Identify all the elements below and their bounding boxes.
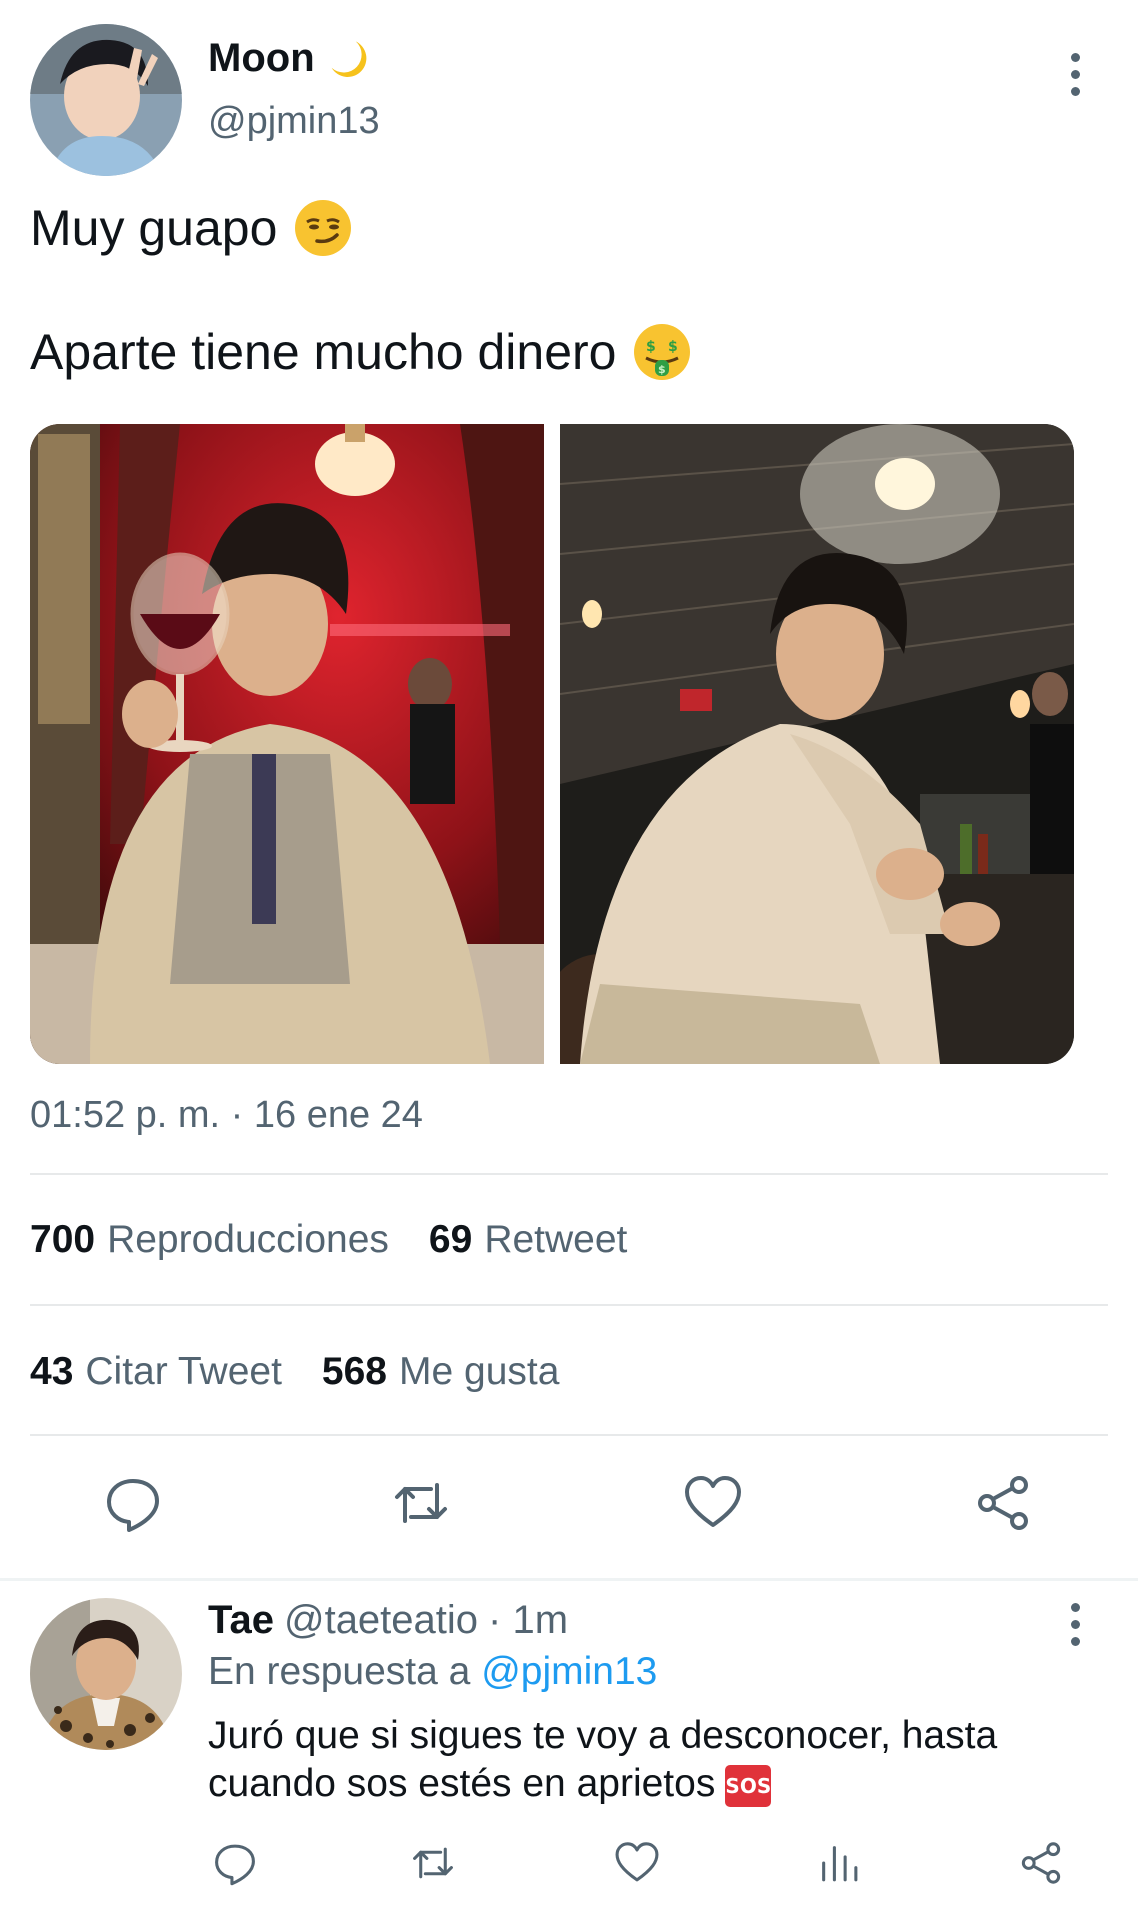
sos-icon: SOS (725, 1764, 772, 1807)
bar-photo (560, 424, 1074, 1064)
likes-label: Me gusta (399, 1350, 560, 1393)
in-reply-to: En respuesta a @pjmin13 (208, 1650, 657, 1694)
more-options-icon[interactable] (1055, 44, 1095, 104)
author-handle[interactable]: @pjmin13 (208, 100, 380, 143)
reply-icon (107, 1479, 159, 1532)
views-label: Reproducciones (107, 1218, 389, 1261)
author-name[interactable]: Moon (208, 36, 369, 81)
tweet-text-2: Aparte tiene mucho dinero (30, 324, 617, 380)
reply-header: Tae @taeteatio · 1m (208, 1598, 568, 1643)
reply-icon (215, 1844, 255, 1886)
tweet-text-line-2: Aparte tiene mucho dinero $ $ $ (30, 322, 692, 382)
divider (30, 1304, 1108, 1306)
divider (30, 1434, 1108, 1436)
quotes-stat[interactable]: 43 Citar Tweet (30, 1350, 282, 1394)
like-icon (615, 1842, 659, 1882)
reply-more-options-icon[interactable] (1055, 1594, 1095, 1654)
money-mouth-face-icon: $ $ $ (632, 322, 692, 382)
reply-author-name[interactable]: Tae (208, 1598, 274, 1643)
reply-author-avatar[interactable] (30, 1598, 182, 1750)
crescent-moon-icon (325, 37, 369, 81)
views-stat[interactable]: 700 Reproducciones (30, 1218, 389, 1262)
reply-author-handle[interactable]: @taeteatio (284, 1598, 478, 1643)
author-name-text: Moon (208, 36, 315, 80)
retweet-icon (395, 1483, 447, 1523)
reply-time: · 1m (488, 1598, 569, 1642)
analytics-icon (822, 1846, 858, 1882)
svg-text:$: $ (658, 363, 666, 376)
reply-action-bar (0, 1838, 1138, 1898)
quotes-label: Citar Tweet (85, 1350, 282, 1393)
retweets-count: 69 (428, 1218, 473, 1261)
section-divider (0, 1578, 1138, 1581)
tweet-photo-2[interactable] (560, 424, 1074, 1064)
reply-text: Juró que si sigues te voy a desconocer, … (208, 1712, 1068, 1808)
reply-reply-button[interactable] (210, 1838, 260, 1888)
in-reply-prefix: En respuesta a (208, 1650, 471, 1693)
likes-count: 568 (321, 1350, 387, 1393)
share-button[interactable] (970, 1470, 1036, 1536)
reply-analytics-button[interactable] (814, 1838, 864, 1888)
reply-share-button[interactable] (1016, 1838, 1066, 1888)
retweet-icon (413, 1847, 453, 1879)
main-tweet: Moon @pjmin13 Muy guapo Aparte tiene muc… (0, 0, 1138, 1578)
reply-retweet-button[interactable] (408, 1838, 458, 1888)
retweets-stat[interactable]: 69 Retweet (429, 1218, 627, 1262)
reply-button[interactable] (100, 1470, 166, 1536)
in-reply-mention[interactable]: @pjmin13 (481, 1650, 657, 1693)
tweet-action-bar (0, 1470, 1138, 1542)
retweets-label: Retweet (484, 1218, 628, 1261)
tweet-text-1: Muy guapo (30, 200, 278, 256)
quotes-count: 43 (30, 1350, 74, 1393)
share-icon (978, 1476, 1028, 1530)
restaurant-photo-wine (30, 424, 544, 1064)
author-avatar[interactable] (30, 24, 182, 176)
like-icon (685, 1476, 741, 1527)
svg-text:$: $ (646, 339, 656, 355)
likes-stat[interactable]: 568 Me gusta (322, 1350, 560, 1394)
stats-row-2: 43 Citar Tweet 568 Me gusta (30, 1350, 559, 1394)
stats-row-1: 700 Reproducciones 69 Retweet (30, 1218, 627, 1262)
reply-text-body: Juró que si sigues te voy a desconocer, … (208, 1714, 998, 1805)
svg-text:$: $ (668, 339, 678, 355)
retweet-button[interactable] (388, 1470, 454, 1536)
avatar-photo (30, 24, 182, 176)
tweet-photo-1[interactable] (30, 424, 544, 1064)
reply-avatar-photo (30, 1598, 182, 1750)
share-icon (1021, 1842, 1061, 1884)
tweet-text-line-1: Muy guapo (30, 198, 353, 258)
like-button[interactable] (680, 1470, 746, 1536)
views-count: 700 (30, 1218, 96, 1261)
tweet-timestamp[interactable]: 01:52 p. m. · 16 ene 24 (30, 1094, 423, 1137)
smirking-face-icon (293, 198, 353, 258)
reply-like-button[interactable] (612, 1838, 662, 1888)
divider (30, 1173, 1108, 1175)
